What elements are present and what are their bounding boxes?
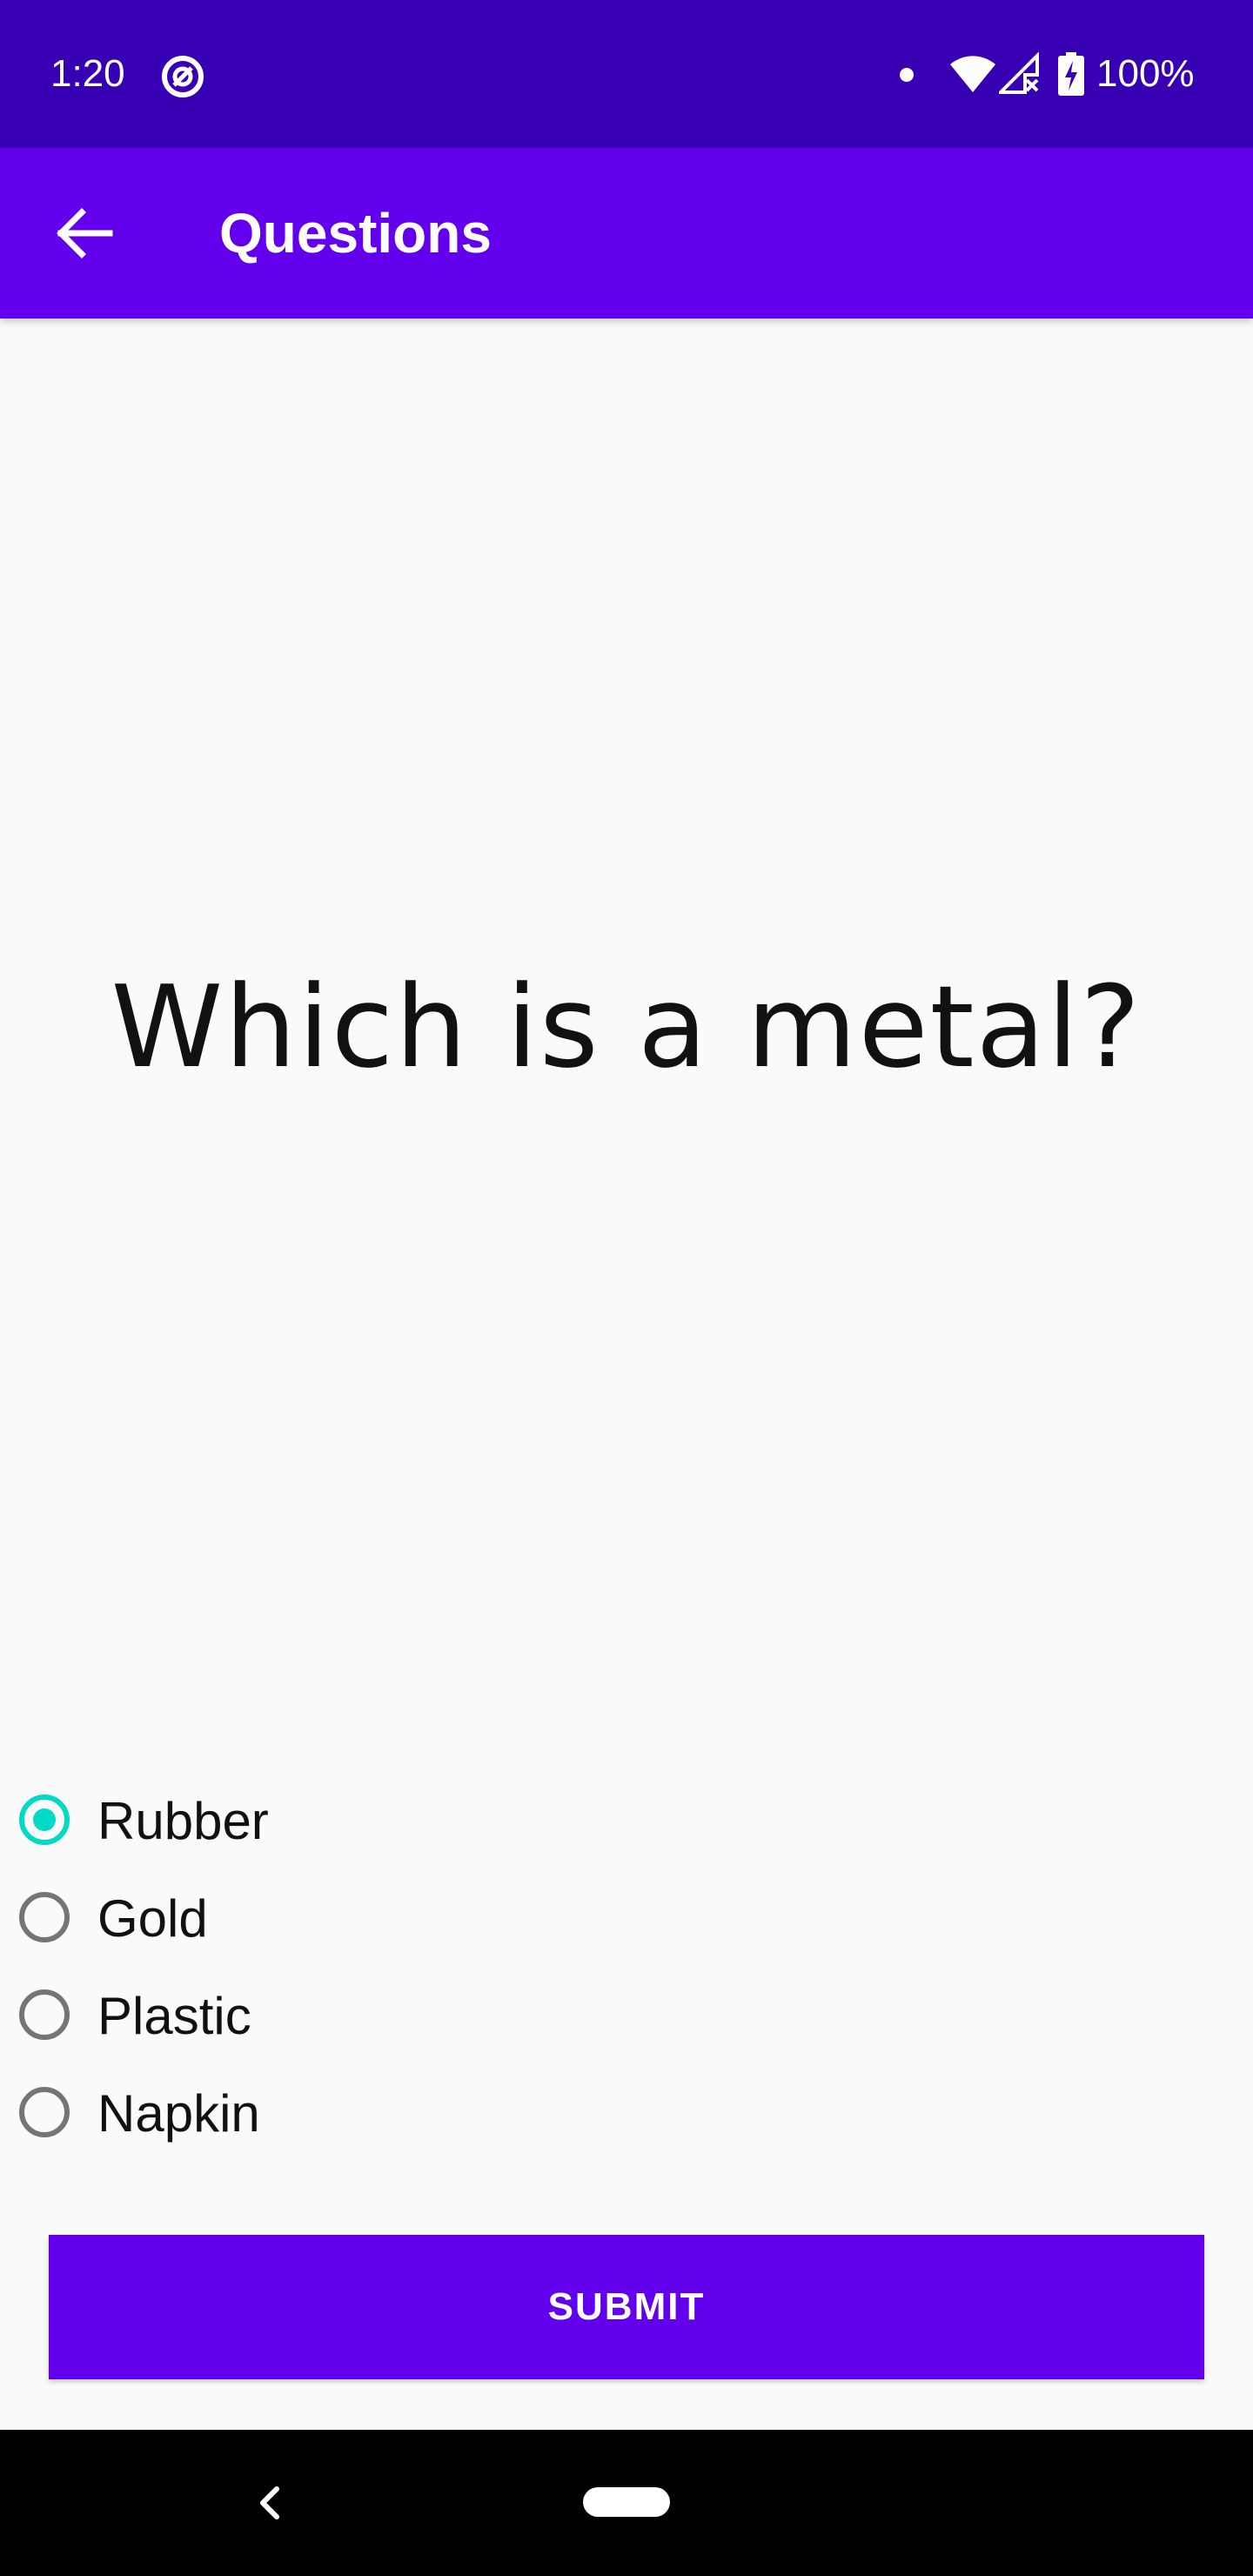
signal-icon	[999, 52, 1039, 94]
option-gold[interactable]: Gold	[0, 1873, 522, 1970]
status-bar: 1:20 100%	[0, 0, 1253, 148]
radio-button[interactable]	[19, 1892, 70, 1942]
status-time: 1:20	[50, 52, 125, 95]
back-button[interactable]	[49, 197, 122, 270]
battery-percentage: 100%	[1096, 52, 1195, 95]
app-bar: Questions	[0, 148, 1253, 319]
page-title: Questions	[219, 202, 492, 265]
battery-charging-icon	[1058, 52, 1084, 96]
home-pill-icon[interactable]	[583, 2487, 670, 2517]
option-plastic[interactable]: Plastic	[0, 1970, 522, 2068]
submit-button[interactable]: SUBMIT	[49, 2235, 1204, 2379]
option-rubber[interactable]: Rubber	[0, 1775, 522, 1873]
chevron-left-icon[interactable]	[249, 2475, 291, 2531]
notification-dot-icon	[900, 68, 914, 82]
wifi-icon	[950, 56, 995, 92]
system-nav-bar	[0, 2430, 1253, 2576]
arrow-left-icon	[57, 208, 113, 258]
option-label: Plastic	[97, 1987, 251, 2045]
do-not-disturb-icon	[162, 56, 204, 97]
option-napkin[interactable]: Napkin	[0, 2068, 522, 2165]
option-label: Rubber	[97, 1792, 269, 1850]
radio-button[interactable]	[19, 2087, 70, 2137]
option-label: Gold	[97, 1889, 208, 1948]
radio-button-checked[interactable]	[19, 1794, 70, 1845]
radio-button[interactable]	[19, 1989, 70, 2040]
question-text: Which is a metal?	[111, 961, 1142, 1093]
option-label: Napkin	[97, 2084, 260, 2143]
